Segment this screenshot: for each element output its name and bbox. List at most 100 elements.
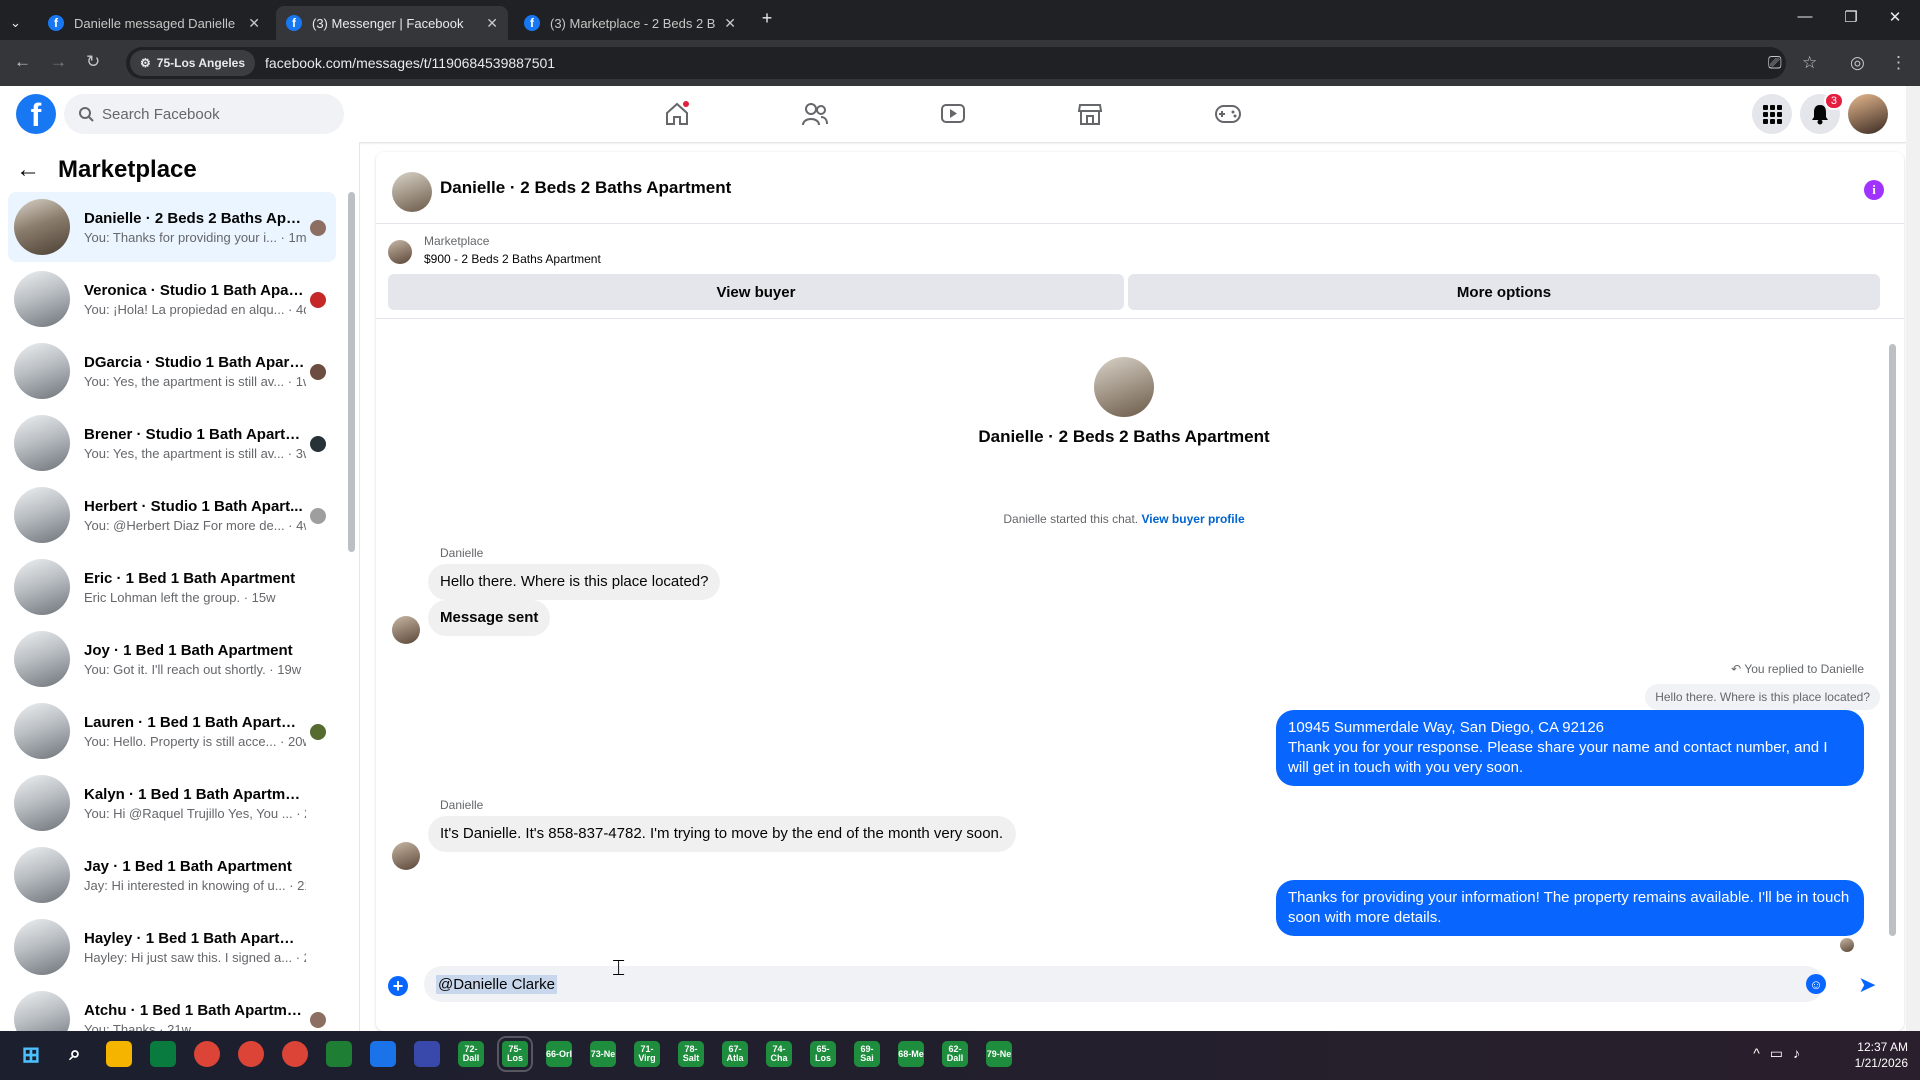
sender-avatar[interactable]: [392, 842, 420, 870]
chat-scrollbar[interactable]: [1889, 344, 1896, 936]
conversation-item[interactable]: Danielle · 2 Beds 2 Baths Apar... You: Th…: [8, 192, 336, 262]
taskbar-app-74-cha[interactable]: 74-Cha: [766, 1041, 792, 1067]
restore-icon[interactable]: ❐: [1836, 8, 1866, 26]
taskbar-app-66-orl[interactable]: 66-Orl: [546, 1041, 572, 1067]
tab-title: (3) Messenger | Facebook: [312, 15, 464, 31]
conversation-item[interactable]: Atchu · 1 Bed 1 Bath Apartment You: Thank…: [8, 984, 336, 1031]
file-explorer-icon[interactable]: [106, 1041, 132, 1067]
view-buyer-button[interactable]: View buyer: [388, 274, 1124, 310]
taskbar-app-69-sai[interactable]: 69-Sai: [854, 1041, 880, 1067]
conversation-item[interactable]: Hayley · 1 Bed 1 Bath Apartment Hayley: H…: [8, 912, 336, 982]
search-box[interactable]: [64, 94, 344, 134]
system-tray[interactable]: ^▭♪: [1753, 1045, 1810, 1062]
tab-list-button[interactable]: ⌄: [4, 6, 32, 40]
home-nav-button[interactable]: [622, 94, 732, 134]
taskbar-app-67-atla[interactable]: 67-Atla: [722, 1041, 748, 1067]
url-text[interactable]: facebook.com/messages/t/1190684539887501: [265, 55, 555, 71]
page-scrollbar[interactable]: [1906, 86, 1920, 1031]
taskbar-app-68-me[interactable]: 68-Me: [898, 1041, 924, 1067]
chrome-icon[interactable]: [238, 1041, 264, 1067]
marketplace-nav-button[interactable]: [1035, 94, 1145, 134]
sidebar-title: Marketplace: [58, 156, 197, 183]
participant-avatar: [310, 364, 326, 380]
excel-icon[interactable]: [326, 1041, 352, 1067]
windows-start-icon[interactable]: ⊞: [18, 1041, 44, 1067]
clock[interactable]: 12:37 AM 1/21/2026: [1855, 1039, 1908, 1071]
sender-avatar[interactable]: [392, 616, 420, 644]
chat-title[interactable]: Danielle · 2 Beds 2 Baths Apartment: [440, 178, 731, 198]
forward-icon[interactable]: →: [50, 52, 67, 72]
tab-danielle-messaged[interactable]: f Danielle messaged Danielle · 2 ✕: [38, 6, 270, 40]
taskbar-app-75-los[interactable]: 75-Los: [497, 1036, 533, 1072]
chevron-up-icon[interactable]: ^: [1753, 1045, 1770, 1061]
video-nav-button[interactable]: [898, 94, 1008, 134]
minimize-icon[interactable]: —: [1790, 8, 1820, 25]
location-chip[interactable]: ⚙ 75-Los Angeles: [130, 50, 256, 76]
close-tab-icon[interactable]: ✕: [486, 15, 498, 32]
chrome-icon[interactable]: [282, 1041, 308, 1067]
send-icon[interactable]: ➤: [1858, 972, 1876, 998]
conversation-item[interactable]: DGarcia · Studio 1 Bath Apart... You: Yes…: [8, 336, 336, 406]
new-tab-button[interactable]: +: [752, 8, 782, 29]
tab-messenger[interactable]: f (3) Messenger | Facebook ✕: [276, 6, 508, 40]
conversation-item[interactable]: Veronica · Studio 1 Bath Apart... You: ¡H…: [8, 264, 336, 334]
reload-icon[interactable]: ↻: [86, 52, 100, 72]
taskbar-app-73-ne[interactable]: 73-Ne: [590, 1041, 616, 1067]
message-input[interactable]: @Danielle Clarke: [424, 966, 1824, 1002]
search-icon[interactable]: ⌕: [62, 1041, 88, 1067]
app-icon[interactable]: [370, 1041, 396, 1067]
message-line: 10945 Summerdale Way, San Diego, CA 9212…: [1288, 719, 1605, 736]
more-options-button[interactable]: More options: [1128, 274, 1880, 310]
app-icon[interactable]: [414, 1041, 440, 1067]
facebook-logo-icon[interactable]: f: [16, 94, 56, 134]
taskbar-app-65-los[interactable]: 65-Los: [810, 1041, 836, 1067]
taskbar-app-71-virg[interactable]: 71-Virg: [634, 1041, 660, 1067]
menu-grid-button[interactable]: [1752, 94, 1792, 134]
conversation-item[interactable]: Joy · 1 Bed 1 Bath Apartment You: Got it.…: [8, 624, 336, 694]
close-tab-icon[interactable]: ✕: [724, 15, 736, 32]
chrome-icon[interactable]: [194, 1041, 220, 1067]
back-arrow-icon[interactable]: ←: [16, 156, 40, 184]
taskbar-app-78-salt[interactable]: 78-Salt: [678, 1041, 704, 1067]
contact-avatar[interactable]: [1094, 357, 1154, 417]
conversation-item[interactable]: Kalyn · 1 Bed 1 Bath Apartment You: Hi @R…: [8, 768, 336, 838]
close-tab-icon[interactable]: ✕: [248, 15, 260, 32]
network-icon[interactable]: ▭: [1770, 1045, 1793, 1061]
view-buyer-profile-link[interactable]: View buyer profile: [1141, 512, 1244, 526]
outgoing-message[interactable]: 10945 Summerdale Way, San Diego, CA 9212…: [1276, 710, 1864, 786]
back-icon[interactable]: ←: [14, 52, 31, 72]
incoming-message[interactable]: It's Danielle. It's 858-837-4782. I'm tr…: [428, 816, 1016, 852]
conversation-item[interactable]: Herbert · Studio 1 Bath Apart... You: @He…: [8, 480, 336, 550]
conversation-item[interactable]: Brener · Studio 1 Bath Apartm... You: Yes…: [8, 408, 336, 478]
sidebar-scrollbar[interactable]: [348, 192, 355, 552]
gaming-nav-button[interactable]: [1173, 94, 1283, 134]
taskbar-app-62-dall[interactable]: 62-Dall: [942, 1041, 968, 1067]
plus-icon[interactable]: +: [388, 976, 408, 996]
friends-nav-button[interactable]: [760, 94, 870, 134]
conversation-item[interactable]: Lauren · 1 Bed 1 Bath Apartme... You: Hel…: [8, 696, 336, 766]
menu-kebab-icon[interactable]: ⋮: [1890, 53, 1907, 73]
install-app-icon[interactable]: ⎚: [1768, 53, 1782, 73]
info-icon[interactable]: i: [1864, 180, 1884, 200]
tab-marketplace[interactable]: f (3) Marketplace - 2 Beds 2 Bath ✕: [514, 6, 746, 40]
omnibox[interactable]: ⚙ 75-Los Angeles facebook.com/messages/t/…: [126, 47, 1786, 79]
app-icon[interactable]: [150, 1041, 176, 1067]
bookmark-star-icon[interactable]: ☆: [1802, 53, 1817, 73]
listing-summary[interactable]: Marketplace $900 - 2 Beds 2 Baths Apartm…: [388, 234, 601, 266]
volume-icon[interactable]: ♪: [1793, 1045, 1810, 1061]
notifications-button[interactable]: 3: [1800, 92, 1844, 134]
chat-avatar[interactable]: [392, 172, 432, 212]
outgoing-message[interactable]: Thanks for providing your information! T…: [1276, 880, 1864, 936]
taskbar-app-79-ne[interactable]: 79-Ne: [986, 1041, 1012, 1067]
incoming-message[interactable]: Hello there. Where is this place located…: [428, 564, 721, 600]
account-avatar[interactable]: [1848, 94, 1888, 134]
taskbar-app-72-dall[interactable]: 72-Dall: [458, 1041, 484, 1067]
quoted-message[interactable]: Hello there. Where is this place located…: [1645, 684, 1880, 710]
search-input[interactable]: [102, 105, 322, 123]
emoji-icon[interactable]: ☺: [1806, 974, 1826, 994]
incoming-message[interactable]: Message sent: [428, 600, 551, 636]
conversation-item[interactable]: Eric · 1 Bed 1 Bath Apartment Eric Lohman…: [8, 552, 336, 622]
conversation-item[interactable]: Jay · 1 Bed 1 Bath Apartment Jay: Hi inte…: [8, 840, 336, 910]
profile-icon[interactable]: ◎: [1850, 53, 1865, 73]
close-window-icon[interactable]: ✕: [1880, 8, 1910, 26]
